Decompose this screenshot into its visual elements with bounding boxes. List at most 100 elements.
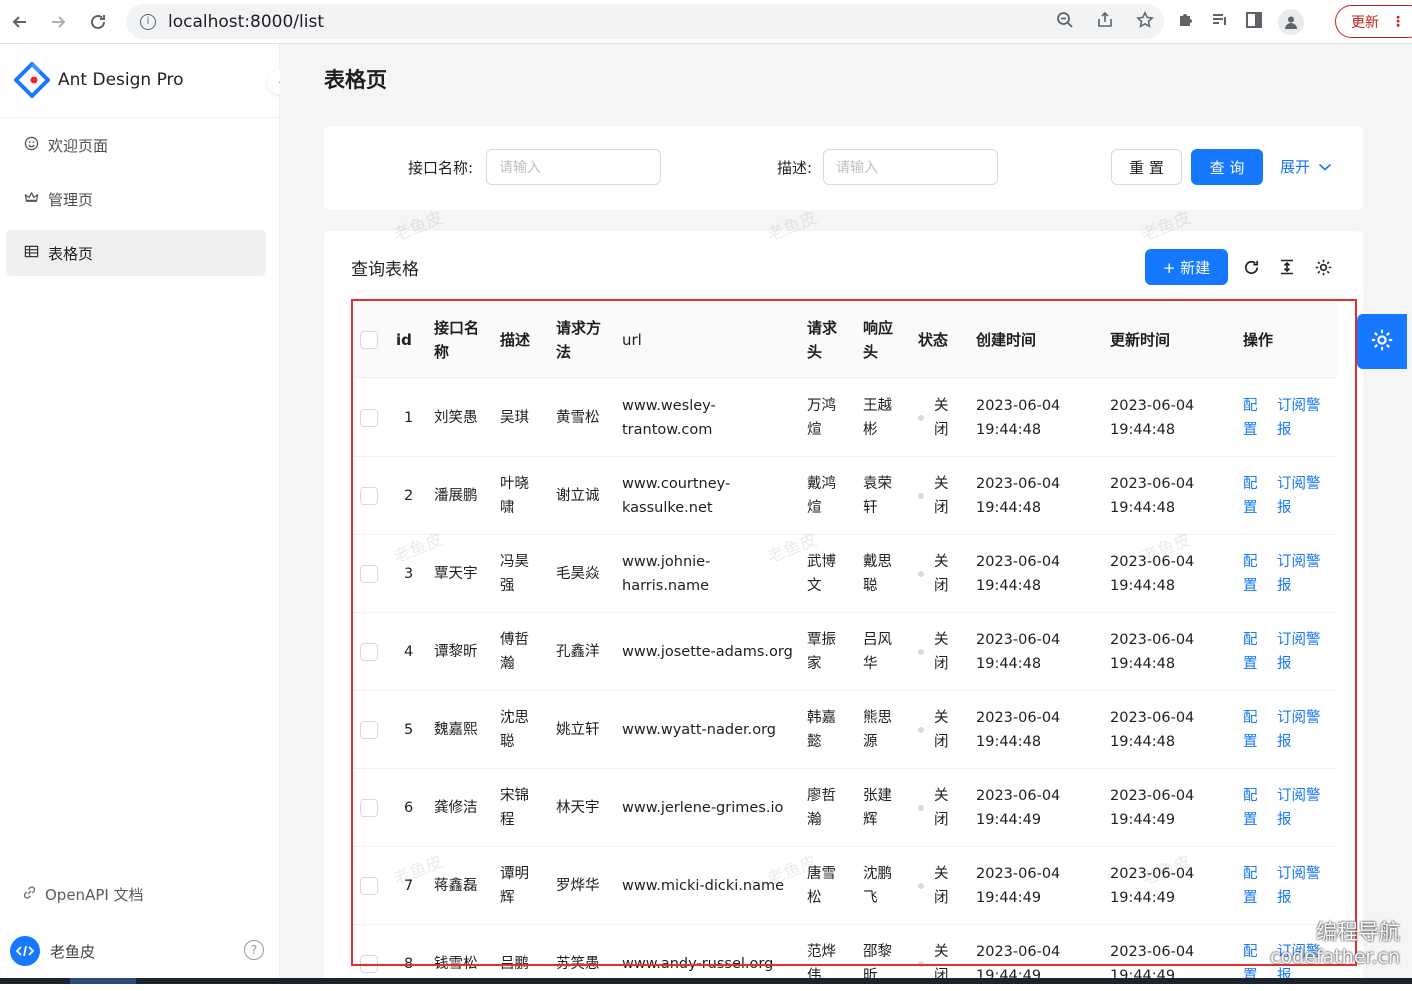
table-title: 查询表格 [351,260,419,280]
cell-line: 戴思 [863,553,892,570]
brand[interactable]: Ant Design Pro [14,62,184,98]
share-icon[interactable] [1096,11,1114,33]
subscribe-alert-link[interactable]: 订阅警报 [1277,457,1321,534]
page-title: 表格页 [324,68,387,92]
col-method-line2: 法 [556,342,572,361]
cell-url: www.johnie-harris.name [622,535,710,612]
browser-update-button[interactable]: 更新 ⋮ [1335,5,1412,38]
cell-line: 范烨 [807,943,836,960]
cell-line: 瀚 [500,655,515,672]
cell-line: 关 [934,397,949,414]
cell-response-header: 张建辉 [863,769,892,846]
sidebar-item-table[interactable]: 表格页 [6,230,266,276]
cell-line: 沈思 [500,709,529,726]
address-bar[interactable]: i localhost:8000/list [126,4,1164,39]
cell-line: 关 [934,943,949,960]
config-link[interactable]: 配置 [1243,769,1258,846]
cell-line: 闭 [934,499,949,516]
row-checkbox[interactable] [360,379,378,456]
cell-line: 置 [1243,811,1258,828]
reload-table-icon[interactable] [1240,256,1262,278]
cell-line: 置 [1243,421,1258,438]
profile-avatar-icon[interactable] [1278,8,1304,35]
description-input[interactable]: 请输入 [823,149,998,185]
cell-name: 魏嘉熙 [434,721,478,738]
subscribe-alert-link[interactable]: 订阅警报 [1277,847,1321,924]
side-panel-icon[interactable] [1244,10,1264,34]
more-menu-icon[interactable]: ⋮ [1391,14,1405,30]
column-height-icon[interactable] [1276,256,1298,278]
sidebar-item-label: 欢迎页面 [48,136,109,155]
row-checkbox[interactable] [360,613,378,690]
config-link[interactable]: 配置 [1243,457,1258,534]
select-all-checkbox[interactable] [360,301,378,378]
cell-request-header: 戴鸿煊 [807,457,836,534]
cell-line: 唐雪 [807,865,836,882]
sidebar-item-welcome[interactable]: 欢迎页面 [6,122,266,168]
subscribe-alert-link[interactable]: 订阅警报 [1277,379,1321,456]
cell-line: 傅哲 [500,631,529,648]
cell-request-header: 万鸿煊 [807,379,836,456]
col-name-line2: 称 [434,342,450,361]
row-checkbox[interactable] [360,847,378,924]
cell-line: 置 [1243,733,1258,750]
cell-line: 订阅警 [1277,787,1321,804]
cell-id: 2 [404,487,414,504]
cell-line: 配 [1243,709,1258,726]
cell-id: 7 [404,877,414,894]
reset-button[interactable]: 重 置 [1111,149,1182,185]
cell-line: 关 [934,475,949,492]
sidebar-item-admin[interactable]: 管理页 [6,176,266,222]
table-row: 7 蒋鑫磊 谭明辉罗烨华 www.micki-dicki.name 唐雪松沈鹏飞关闭 20… [354,847,1337,925]
cell-request-header: 韩嘉懿 [807,691,836,768]
cell-line: 煊 [807,421,822,438]
reload-icon[interactable] [78,2,118,42]
cell-line: www.johnie- [622,553,711,570]
row-checkbox[interactable] [360,535,378,612]
cell-request-header: 廖哲瀚 [807,769,836,846]
bookmark-star-icon[interactable] [1136,10,1154,33]
zoom-icon[interactable] [1056,11,1074,33]
cell-line: 2023-06-04 [1110,787,1195,804]
row-checkbox[interactable] [360,769,378,846]
api-name-input[interactable]: 请输入 [486,149,661,185]
cell-line: www.jerlene-grimes.io [622,799,784,816]
expand-toggle[interactable]: 展开 [1280,156,1332,177]
subscribe-alert-link[interactable]: 订阅警报 [1277,769,1321,846]
row-checkbox[interactable] [360,691,378,768]
config-link[interactable]: 配置 [1243,535,1258,612]
back-icon[interactable] [0,2,40,42]
subscribe-alert-link[interactable]: 订阅警报 [1277,613,1321,690]
cell-name: 龚修洁 [434,799,478,816]
forward-icon[interactable] [38,2,78,42]
user-menu[interactable]: 老鱼皮 [10,936,95,966]
subscribe-alert-link[interactable]: 订阅警报 [1277,535,1321,612]
status-dot-icon [918,726,924,733]
row-checkbox[interactable] [360,457,378,534]
reading-list-icon[interactable] [1210,10,1230,34]
brand-title: Ant Design Pro [58,70,184,90]
openapi-docs-link[interactable]: OpenAPI 文档 [22,884,144,905]
settings-drawer-button[interactable] [1357,314,1407,369]
cell-line: www.josette-adams.org [622,643,793,660]
config-link[interactable]: 配置 [1243,847,1258,924]
cell-line: 关 [934,709,949,726]
new-button[interactable]: + 新建 [1145,249,1228,285]
question-circle-icon[interactable]: ? [244,940,264,960]
table-settings-gear-icon[interactable] [1312,256,1334,278]
cell-method: 姚立轩 [556,721,600,738]
config-link[interactable]: 配置 [1243,691,1258,768]
col-url: url [622,330,642,349]
cell-line: 懿 [807,733,822,750]
cell-line: 邵黎 [863,943,892,960]
col-resp-line2: 头 [863,342,879,361]
cell-line: 2023-06-04 [976,631,1061,648]
cell-line: 王越 [863,397,892,414]
extensions-icon[interactable] [1176,10,1196,34]
config-link[interactable]: 配置 [1243,613,1258,690]
subscribe-alert-link[interactable]: 订阅警报 [1277,691,1321,768]
cell-line: 19:44:48 [976,577,1042,594]
site-info-icon[interactable]: i [140,13,156,30]
query-button[interactable]: 查 询 [1191,149,1263,185]
config-link[interactable]: 配置 [1243,379,1258,456]
